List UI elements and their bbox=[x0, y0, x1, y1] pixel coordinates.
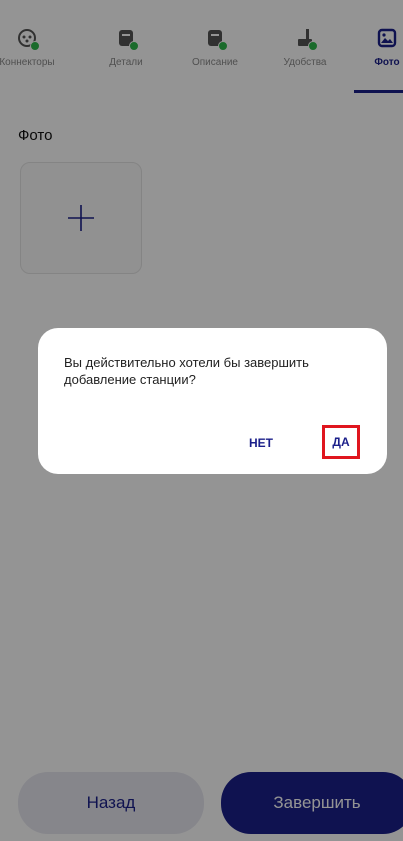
no-button[interactable]: НЕТ bbox=[244, 432, 278, 454]
yes-button[interactable]: ДА bbox=[322, 425, 360, 459]
dialog-message: Вы действительно хотели бы завершить доб… bbox=[64, 355, 309, 387]
app-screen: Коннекторы Детали Описание Удобства Фото… bbox=[0, 0, 403, 841]
confirm-dialog: Вы действительно хотели бы завершить доб… bbox=[38, 328, 387, 474]
